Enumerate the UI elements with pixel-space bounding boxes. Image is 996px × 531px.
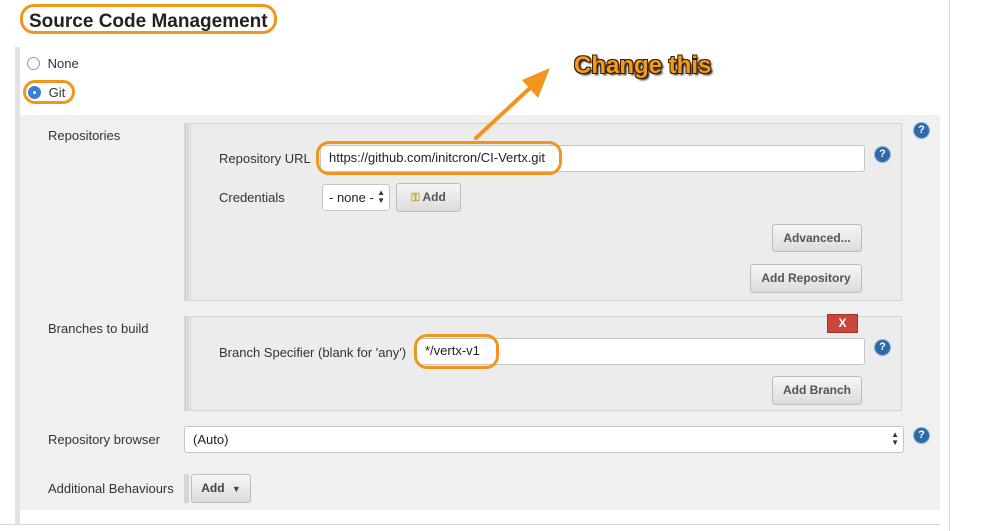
repositories-bar <box>184 123 189 301</box>
repository-url-label: Repository URL <box>219 151 311 166</box>
scm-option-none[interactable]: None <box>27 55 79 71</box>
credentials-select-value: - none - <box>329 190 374 205</box>
caret-down-icon: ▼ <box>231 484 241 494</box>
additional-behaviours-label: Additional Behaviours <box>48 481 174 496</box>
repository-browser-help-icon[interactable]: ? <box>914 428 929 443</box>
add-repository-button[interactable]: Add Repository <box>750 264 862 293</box>
branch-specifier-help-icon[interactable]: ? <box>875 340 890 355</box>
radio-git[interactable] <box>28 86 41 100</box>
key-icon: ⚿ <box>411 192 420 204</box>
radio-none[interactable] <box>27 57 40 71</box>
annotation-arrow-icon <box>474 68 550 140</box>
section-divider <box>0 524 940 525</box>
scm-option-git-label: Git <box>48 85 66 101</box>
branch-specifier-highlight <box>414 334 499 369</box>
additional-behaviours-bar <box>184 474 189 503</box>
credentials-add-button[interactable]: ⚿ Add <box>396 183 461 212</box>
delete-branch-button[interactable]: X <box>827 314 858 333</box>
section-title: Source Code Management <box>20 4 277 34</box>
select-arrows-icon: ▲ ▼ <box>891 430 899 447</box>
branch-specifier-label: Branch Specifier (blank for 'any') <box>219 345 407 360</box>
repository-browser-value: (Auto) <box>193 432 229 447</box>
credentials-label: Credentials <box>219 190 285 205</box>
repository-browser-label: Repository browser <box>48 432 160 447</box>
scm-option-git[interactable]: Git <box>28 84 65 100</box>
branches-bar <box>184 316 189 411</box>
branches-label: Branches to build <box>48 321 149 336</box>
repositories-help-icon[interactable]: ? <box>914 123 929 138</box>
advanced-button[interactable]: Advanced... <box>772 224 862 252</box>
scm-option-none-label: None <box>47 56 79 72</box>
page-border <box>949 0 950 531</box>
additional-behaviours-add-label: Add <box>201 481 225 495</box>
credentials-select[interactable]: - none - ▲ ▼ <box>322 184 390 211</box>
additional-behaviours-add-button[interactable]: Add ▼ <box>191 474 251 503</box>
select-arrows-icon: ▲ ▼ <box>377 188 385 205</box>
credentials-add-label: Add <box>422 190 446 204</box>
repository-url-help-icon[interactable]: ? <box>875 147 890 162</box>
annotation-text: Change this <box>574 52 712 79</box>
add-branch-button[interactable]: Add Branch <box>772 376 862 405</box>
repositories-label: Repositories <box>48 128 121 143</box>
repository-browser-select[interactable]: (Auto) ▲ ▼ <box>184 426 904 453</box>
